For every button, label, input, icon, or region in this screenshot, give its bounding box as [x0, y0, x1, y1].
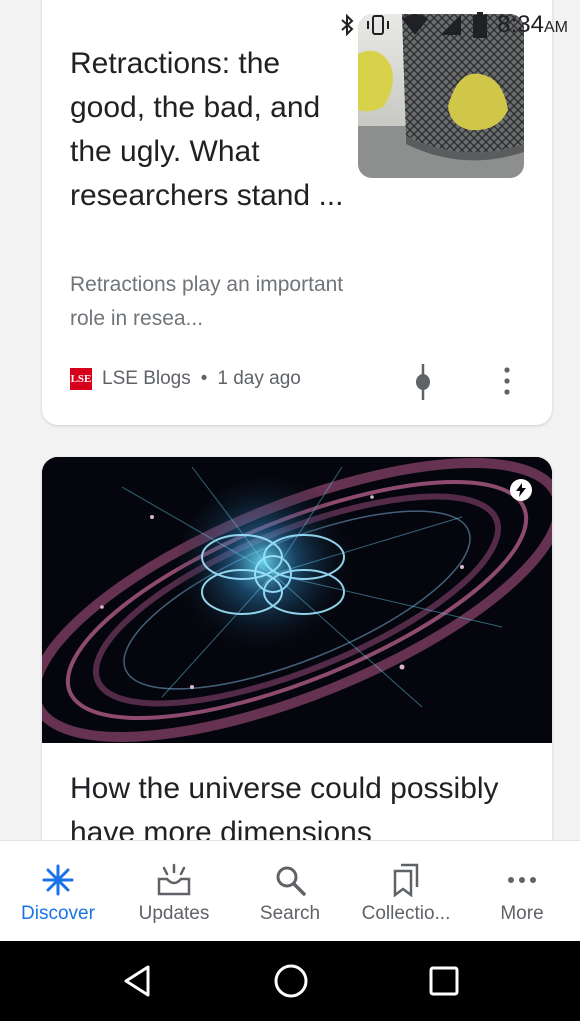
vibrate-icon [367, 15, 390, 35]
back-icon[interactable] [120, 964, 154, 998]
cell-signal-icon [441, 15, 462, 35]
nav-label: Discover [21, 903, 95, 924]
nav-label: More [500, 903, 544, 924]
article-age: 1 day ago [217, 368, 301, 389]
nav-discover[interactable]: Discover [6, 863, 111, 925]
nav-label: Updates [138, 903, 210, 924]
article-hero-image[interactable] [42, 457, 552, 743]
nav-search[interactable]: Search [238, 863, 343, 925]
battery-icon [473, 12, 488, 38]
article-card[interactable]: Retractions: the good, the bad, and the … [42, 0, 552, 425]
nav-updates[interactable]: Updates [122, 863, 227, 925]
more-horizontal-icon [508, 877, 536, 883]
home-icon[interactable] [273, 963, 309, 999]
collections-icon [393, 863, 419, 897]
recents-icon[interactable] [428, 965, 460, 997]
updates-icon [157, 863, 191, 896]
article-card[interactable]: How the universe could possibly have mor… [42, 457, 552, 840]
bluetooth-icon [341, 13, 354, 37]
lse-logo-icon: LSE [70, 368, 92, 390]
reaction-icon[interactable] [412, 364, 434, 400]
status-bar: 8:34AM [0, 0, 580, 50]
nav-collections[interactable]: Collectio... [354, 863, 459, 925]
nav-label: Collectio... [361, 903, 451, 924]
article-meta: LSE LSE Blogs • 1 day ago [70, 368, 301, 390]
article-source: LSE Blogs [102, 368, 191, 389]
amp-lightning-icon [510, 479, 532, 501]
discover-icon [42, 864, 74, 896]
system-navigation-bar [0, 941, 580, 1021]
nav-more[interactable]: More [470, 863, 575, 925]
discover-feed[interactable]: Retractions: the good, the bad, and the … [0, 0, 580, 840]
wifi-icon [402, 14, 429, 35]
meta-separator: • [200, 368, 208, 389]
article-title[interactable]: How the universe could possibly have mor… [70, 767, 550, 840]
more-vert-icon[interactable] [502, 366, 512, 396]
search-icon [276, 866, 306, 896]
status-time: 8:34AM [497, 11, 568, 38]
article-snippet: Retractions play an important role in re… [70, 273, 344, 330]
nav-label: Search [259, 903, 321, 924]
article-title[interactable]: Retractions: the good, the bad, and the … [70, 42, 345, 218]
bottom-navigation: Discover Updates Search Collectio... Mor… [0, 840, 580, 941]
